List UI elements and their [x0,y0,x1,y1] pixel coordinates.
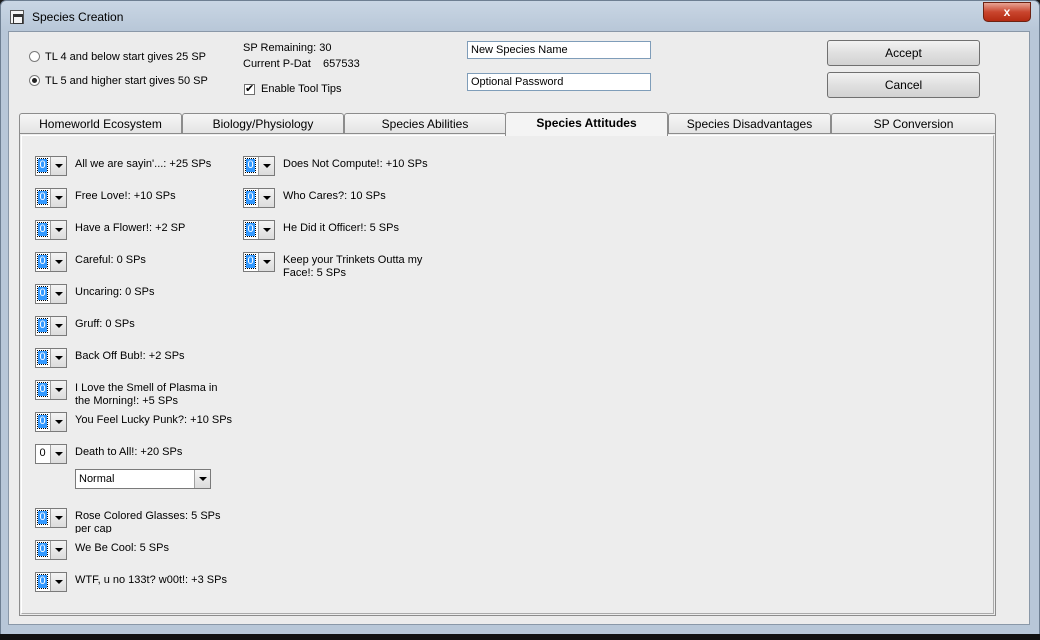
combo-value: 0 [245,222,256,237]
tl5-label[interactable]: TL 5 and higher start gives 50 SP [45,75,208,87]
chevron-down-icon[interactable] [258,189,274,207]
chevron-down-icon[interactable] [50,541,66,559]
chevron-down-icon[interactable] [50,445,66,463]
chevron-down-icon[interactable] [50,285,66,303]
attitude-label: All we are sayin'...: +25 SPs [75,158,212,170]
chevron-down-icon[interactable] [258,157,274,175]
tl4-radio[interactable] [29,51,40,62]
combo-value: 0 [37,350,48,365]
chevron-down-icon[interactable] [194,470,210,488]
attitude-label: Keep your Trinkets Outta my Face!: 5 SPs [283,254,423,279]
tl4-label[interactable]: TL 4 and below start gives 25 SP [45,51,206,63]
chevron-down-icon[interactable] [50,157,66,175]
attitude-label: WTF, u no 133t? w00t!: +3 SPs [75,574,227,586]
chevron-down-icon[interactable] [50,253,66,271]
chevron-down-icon[interactable] [50,349,66,367]
attitude-label: Does Not Compute!: +10 SPs [283,158,428,170]
species-name-field[interactable]: New Species Name [467,41,651,59]
combo-value: 0 [37,542,48,557]
close-button[interactable]: x [983,2,1031,22]
combo-value: 0 [37,286,48,301]
combo-value: 0 [39,447,46,459]
attitude-combo[interactable]: 0 [35,252,67,272]
attitude-combo[interactable]: 0 [35,284,67,304]
attitude-combo[interactable]: 0 [35,316,67,336]
accept-button[interactable]: Accept [827,40,980,66]
tab-sp-conversion[interactable]: SP Conversion [831,113,996,134]
attitude-combo[interactable]: 0 [35,188,67,208]
tooltips-label[interactable]: Enable Tool Tips [261,83,342,95]
combo-value: 0 [245,254,256,269]
chevron-down-icon[interactable] [258,221,274,239]
attitude-combo[interactable]: 0 [35,572,67,592]
tab-species-disadvantages[interactable]: Species Disadvantages [668,113,831,134]
title-bar[interactable]: Species Creation [0,0,1038,32]
tab-homeworld-ecosystem[interactable]: Homeworld Ecosystem [19,113,182,134]
attitude-label: Careful: 0 SPs [75,254,146,266]
combo-value: 0 [37,190,48,205]
combo-value: 0 [37,222,48,237]
attitude-combo[interactable]: 0 [35,156,67,176]
combo-value: 0 [37,382,48,397]
attitude-label: We Be Cool: 5 SPs [75,542,169,554]
attitude-label: Back Off Bub!: +2 SPs [75,350,185,362]
attitude-label: Uncaring: 0 SPs [75,286,155,298]
chevron-down-icon[interactable] [50,509,66,527]
tab-biology-physiology[interactable]: Biology/Physiology [182,113,344,134]
chevron-down-icon[interactable] [50,413,66,431]
cancel-button[interactable]: Cancel [827,72,980,98]
attitude-label: Gruff: 0 SPs [75,318,135,330]
death-mode-value: Normal [79,473,115,485]
attitude-combo[interactable]: 0 [243,252,275,272]
attitude-label: Rose Colored Glasses: 5 SPs per cap [75,510,221,533]
tl5-radio[interactable] [29,75,40,86]
pdat-value: 657533 [323,58,360,70]
sp-remaining: SP Remaining: 30 [243,42,332,54]
attitude-label: Free Love!: +10 SPs [75,190,176,202]
attitude-label: You Feel Lucky Punk?: +10 SPs [75,414,233,426]
window-title: Species Creation [32,10,124,24]
attitude-combo[interactable]: 0 [243,156,275,176]
password-field[interactable]: Optional Password [467,73,651,91]
attitude-label: I Love the Smell of Plasma in the Mornin… [75,382,218,407]
attitude-combo[interactable]: 0 [243,188,275,208]
desktop-background [0,634,1040,640]
death-mode-select[interactable]: Normal [75,469,211,489]
tab-species-abilities[interactable]: Species Abilities [344,113,506,134]
tooltips-checkbox[interactable]: ✔ [244,84,255,95]
attitude-combo[interactable]: 0 [243,220,275,240]
combo-value: 0 [245,158,256,173]
attitude-label: Who Cares?: 10 SPs [283,190,386,202]
attitude-label: He Did it Officer!: 5 SPs [283,222,399,234]
app-icon [10,10,24,24]
attitude-combo[interactable]: 0 [35,508,67,528]
chevron-down-icon[interactable] [50,573,66,591]
attitude-combo[interactable]: 0 [35,444,67,464]
chevron-down-icon[interactable] [258,253,274,271]
attitude-combo[interactable]: 0 [35,412,67,432]
chevron-down-icon[interactable] [50,221,66,239]
combo-value: 0 [245,190,256,205]
chevron-down-icon[interactable] [50,381,66,399]
chevron-down-icon[interactable] [50,317,66,335]
combo-value: 0 [37,414,48,429]
attitude-combo[interactable]: 0 [35,348,67,368]
pdat-label: Current P-Dat [243,58,311,70]
combo-value: 0 [37,158,48,173]
attitude-combo[interactable]: 0 [35,540,67,560]
attitude-label: Death to All!: +20 SPs [75,446,183,458]
chevron-down-icon[interactable] [50,189,66,207]
combo-value: 0 [37,318,48,333]
tab-species-attitudes[interactable]: Species Attitudes [505,112,668,136]
combo-value: 0 [37,574,48,589]
attitude-combo[interactable]: 0 [35,380,67,400]
combo-value: 0 [37,254,48,269]
combo-value: 0 [37,510,48,525]
attitude-label: Have a Flower!: +2 SP [75,222,186,234]
attitude-combo[interactable]: 0 [35,220,67,240]
